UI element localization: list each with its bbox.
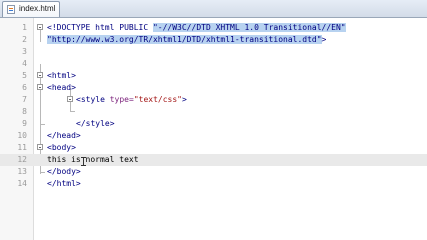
line-number: 9	[22, 119, 27, 128]
line-number: 1	[22, 23, 27, 32]
line-number: 4	[22, 59, 27, 68]
line-number: 11	[17, 143, 27, 152]
line-number: 13	[17, 167, 27, 176]
line-number: 7	[22, 95, 27, 104]
code-line[interactable]: 2 "http://www.w3.org/TR/xhtml1/DTD/xhtml…	[0, 34, 427, 46]
code-text: <head>	[47, 83, 76, 92]
line-number: 3	[22, 47, 27, 56]
code-line[interactable]: 14 </html>	[0, 178, 427, 190]
code-text: <!DOCTYPE html PUBLIC "-//W3C//DTD XHTML…	[47, 22, 346, 34]
fold-toggle-icon[interactable]	[37, 84, 43, 90]
line-number: 8	[22, 107, 27, 116]
line-number: 12	[17, 155, 27, 164]
code-line[interactable]: 7 <style type="text/css">	[0, 94, 427, 106]
fold-toggle-icon[interactable]	[37, 72, 43, 78]
html-file-icon	[7, 5, 15, 14]
code-line[interactable]: 13 </body>	[0, 166, 427, 178]
doctype-close-token: >	[321, 35, 327, 44]
mouse-ibeam-cursor-icon	[81, 157, 86, 166]
code-line[interactable]: 6 <head>	[0, 82, 427, 94]
code-editor[interactable]: 1 <!DOCTYPE html PUBLIC "-//W3C//DTD XHT…	[0, 18, 427, 240]
code-text: <style type="text/css">	[76, 94, 187, 106]
code-line[interactable]: 4	[0, 58, 427, 70]
style-open-close-token: >	[181, 95, 187, 104]
doctype-token: <!DOCTYPE html PUBLIC	[47, 23, 153, 32]
current-code-line[interactable]: 12 this is normal text	[0, 154, 427, 166]
code-line[interactable]: 11 <body>	[0, 142, 427, 154]
code-text: </body>	[47, 167, 81, 176]
code-text: <html>	[47, 71, 76, 80]
type-value: "text/css"	[133, 95, 182, 104]
fold-toggle-icon[interactable]	[37, 24, 43, 30]
code-text: <body>	[47, 143, 76, 152]
fold-toggle-icon[interactable]	[37, 144, 43, 150]
tab-index-html[interactable]: index.html	[2, 1, 60, 17]
line-number: 2	[22, 35, 27, 44]
line-number: 10	[17, 131, 27, 140]
line-number: 14	[17, 179, 27, 188]
type-attribute: type=	[109, 95, 134, 104]
code-text: "http://www.w3.org/TR/xhtml1/DTD/xhtml1-…	[47, 34, 326, 46]
style-open-token: <style	[76, 95, 110, 104]
code-text: this is normal text	[47, 155, 139, 164]
code-line[interactable]: 5 <html>	[0, 70, 427, 82]
code-line[interactable]: 10 </head>	[0, 130, 427, 142]
tab-bar: index.html	[0, 0, 427, 18]
code-line[interactable]: 8	[0, 106, 427, 118]
line-number: 5	[22, 71, 27, 80]
code-line[interactable]: 1 <!DOCTYPE html PUBLIC "-//W3C//DTD XHT…	[0, 22, 427, 34]
fold-toggle-icon[interactable]	[67, 96, 73, 102]
code-text: </head>	[47, 131, 81, 140]
code-text: </style>	[76, 119, 115, 128]
system-id-string: "http://www.w3.org/TR/xhtml1/DTD/xhtml1-…	[47, 35, 322, 44]
tab-label: index.html	[19, 4, 56, 13]
code-text: </html>	[47, 179, 81, 188]
line-number: 6	[22, 83, 27, 92]
public-id-string: "-//W3C//DTD XHTML 1.0 Transitional//EN"	[152, 23, 346, 32]
code-line[interactable]: 3	[0, 46, 427, 58]
code-line[interactable]: 9 </style>	[0, 118, 427, 130]
